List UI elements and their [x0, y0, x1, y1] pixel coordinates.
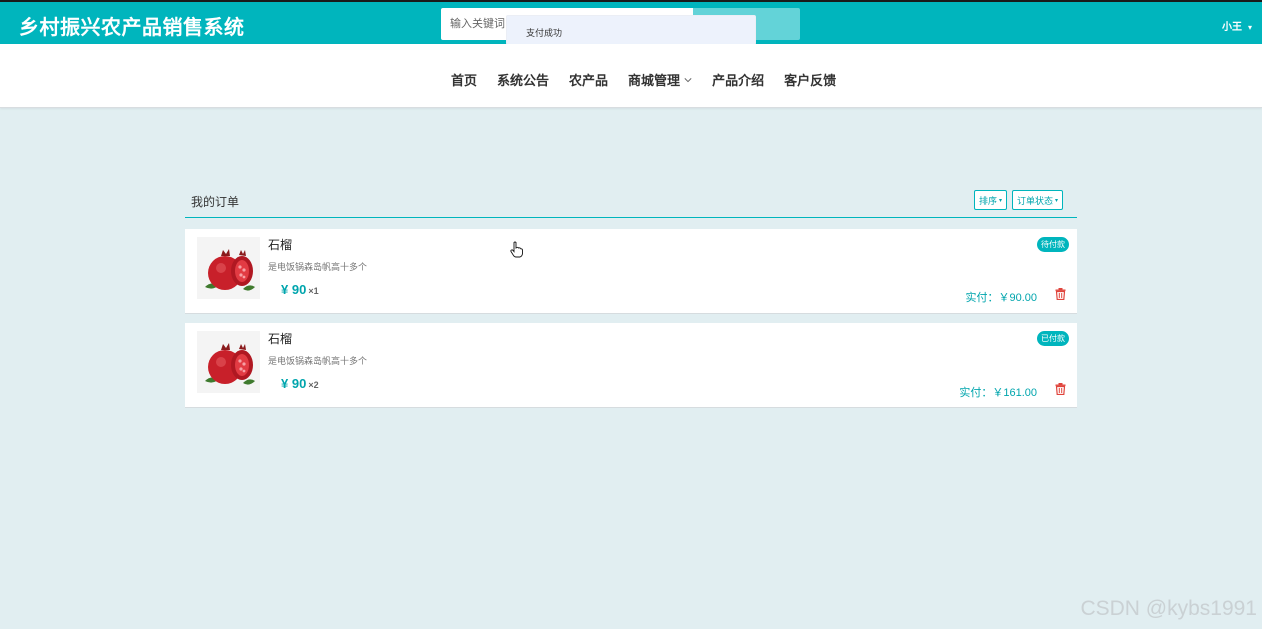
main-nav: 首页 系统公告 农产品 商城管理 产品介绍 客户反馈: [0, 44, 1262, 108]
nav-label: 产品介绍: [712, 73, 765, 88]
price: ¥ 90 ×2: [281, 376, 319, 391]
nav-label: 系统公告: [497, 73, 550, 88]
status-badge[interactable]: 已付款: [1037, 331, 1069, 346]
nav-item-customer-feedback[interactable]: 客户反馈: [784, 70, 836, 89]
nav-item-mall-management[interactable]: 商城管理: [628, 70, 692, 89]
quantity: ×1: [308, 286, 319, 296]
product-description: 是电饭锅森岛帆高十多个: [268, 356, 368, 366]
sort-label: 排序: [979, 195, 998, 206]
caret-down-icon: ▾: [1055, 197, 1059, 204]
actual-paid: 实付：￥90.00: [965, 292, 1037, 304]
product-image[interactable]: [197, 237, 260, 299]
user-caret-icon: ▾: [1247, 23, 1252, 32]
product-name[interactable]: 石榴: [268, 330, 292, 347]
page-title: 我的订单: [191, 195, 240, 209]
nav-label: 首页: [451, 73, 478, 88]
orders-panel: 我的订单 排序 ▾ 订单状态 ▾ 石榴 是电饭锅森岛帆高十多个 ¥ 90 ×1 …: [185, 183, 1077, 408]
user-name: 小王: [1221, 22, 1242, 33]
delete-icon[interactable]: [1055, 288, 1066, 300]
product-name[interactable]: 石榴: [268, 236, 292, 253]
status-badge[interactable]: 待付款: [1037, 237, 1069, 252]
chevron-down-icon: [684, 77, 692, 82]
nav-item-home[interactable]: 首页: [451, 70, 477, 89]
nav-item-product-intro[interactable]: 产品介绍: [712, 70, 764, 89]
order-status-dropdown[interactable]: 订单状态 ▾: [1012, 190, 1064, 210]
product-image[interactable]: [197, 331, 260, 393]
nav-label: 商城管理: [628, 73, 681, 88]
caret-down-icon: ▾: [999, 197, 1003, 204]
order-card[interactable]: 石榴 是电饭锅森岛帆高十多个 ¥ 90 ×1 待付款 实付：￥90.00: [185, 229, 1077, 314]
pomegranate-icon: [205, 249, 255, 291]
pomegranate-icon: [205, 343, 255, 385]
nav-label: 客户反馈: [784, 73, 837, 88]
price: ¥ 90 ×1: [281, 282, 319, 297]
order-card[interactable]: 石榴 是电饭锅森岛帆高十多个 ¥ 90 ×2 已付款 实付：￥161.00: [185, 323, 1077, 408]
price-value: ¥ 90: [281, 376, 307, 391]
delete-icon[interactable]: [1055, 383, 1066, 395]
watermark: CSDN @kybs1991: [1080, 597, 1257, 620]
sort-dropdown[interactable]: 排序 ▾: [974, 190, 1008, 210]
user-menu[interactable]: 小王 ▾: [1222, 18, 1252, 33]
product-description: 是电饭锅森岛帆高十多个: [268, 262, 368, 272]
order-status-label: 订单状态: [1017, 195, 1054, 206]
hand-cursor-icon: [510, 241, 523, 258]
nav-item-products[interactable]: 农产品: [569, 70, 608, 89]
site-title: 乡村振兴农产品销售系统: [19, 17, 245, 39]
price-value: ¥ 90: [281, 282, 307, 297]
quantity: ×2: [308, 380, 319, 390]
nav-label: 农产品: [569, 73, 609, 88]
actual-paid: 实付：￥161.00: [959, 387, 1037, 399]
orders-panel-header: 我的订单 排序 ▾ 订单状态 ▾: [185, 183, 1077, 218]
payment-success-toast: 支付成功: [506, 15, 756, 45]
nav-item-announcements[interactable]: 系统公告: [497, 70, 549, 89]
